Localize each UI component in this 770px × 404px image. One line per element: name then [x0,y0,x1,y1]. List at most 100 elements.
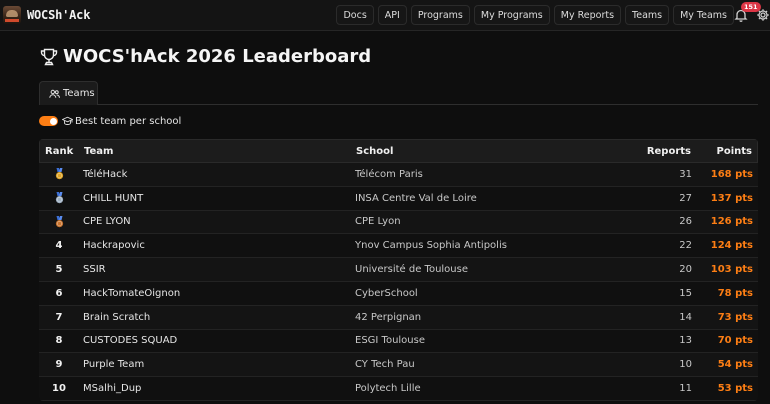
rank-value: 8 [55,335,63,347]
team-name[interactable]: TéléHack [83,163,127,186]
rank-number: 10 [45,377,73,400]
nav-my-teams-link[interactable]: My Teams [673,5,734,25]
rank-value: 7 [55,311,63,323]
school-name: Télécom Paris [355,163,423,186]
school-name: CyberSchool [355,282,418,305]
school-name-text: Polytech Lille [355,383,421,395]
rank-value: 6 [55,287,63,299]
table-row[interactable]: 6 HackTomateOignon CyberSchool 15 78 pts [39,281,758,306]
report-count-text: 15 [679,287,692,299]
tab-teams-label: Teams [63,88,95,99]
best-team-per-school-toggle[interactable] [39,116,58,126]
rank-number: 8 [45,330,73,353]
table-row[interactable]: CHILL HUNT INSA Centre Val de Loire 27 137 … [39,186,758,211]
points-value: 78 pts [718,282,753,305]
team-name-text: CUSTODES SQUAD [83,335,178,347]
school-name: ESGI Toulouse [355,330,425,353]
brand-home-link[interactable]: WOCSh'Ack [3,4,90,26]
header-team: Team [84,145,114,157]
team-name[interactable]: MSalhi_Dup [83,377,141,400]
header-reports: Reports [646,145,691,157]
points-value: 73 pts [718,306,753,329]
school-name-text: Télécom Paris [355,168,423,180]
report-count-text: 11 [679,383,692,395]
nav-teams-link[interactable]: Teams [625,5,670,25]
school-name-text: INSA Centre Val de Loire [355,192,477,204]
nav-my-reports-link[interactable]: My Reports [553,5,622,25]
points-value: 126 pts [711,211,753,234]
table-body: TéléHack Télécom Paris 31 168 pts CHILL HUNT… [39,163,758,401]
rank-number: 5 [45,258,73,281]
team-name[interactable]: CHILL HUNT [83,187,143,210]
team-name-text: TéléHack [83,168,128,180]
rank-value: 4 [55,240,63,252]
table-row[interactable]: 4 Hackrapovic Ynov Campus Sophia Antipolis… [39,234,758,259]
team-name[interactable]: Purple Team [83,353,144,376]
settings-gear-icon[interactable] [756,8,770,22]
team-name[interactable]: CUSTODES SQUAD [83,330,177,353]
team-name-text: Brain Scratch [83,311,151,323]
brand-logo-icon [3,6,21,24]
best-team-filter: Best team per school [39,115,181,127]
table-row[interactable]: 9 Purple Team CY Tech Pau 10 54 pts [39,353,758,378]
rank-number: 6 [45,282,73,305]
team-name-text: MSalhi_Dup [83,383,142,395]
report-count: 20 [679,258,692,281]
report-count: 11 [679,377,692,400]
team-name[interactable]: Hackrapovic [83,234,145,257]
team-name[interactable]: SSIR [83,258,106,281]
school-name-text: CPE Lyon [355,216,401,228]
rank-value: 10 [52,383,66,395]
nav-docs-link[interactable]: Docs [336,5,374,25]
nav-links: Docs API Programs My Programs My Reports… [336,5,734,25]
school-name-text: CyberSchool [355,287,418,299]
points-value-text: 168 pts [710,168,753,180]
team-name[interactable]: HackTomateOignon [83,282,180,305]
points-value-text: 103 pts [710,264,753,276]
school-name: Université de Toulouse [355,258,468,281]
points-value-text: 73 pts [717,311,753,323]
report-count: 31 [679,163,692,186]
school-name: 42 Perpignan [355,306,421,329]
points-value-text: 78 pts [717,287,753,299]
team-name[interactable]: Brain Scratch [83,306,150,329]
header-points: Points [716,145,752,157]
school-name: CPE Lyon [355,211,401,234]
nav-api-link[interactable]: API [377,5,407,25]
school-name: Polytech Lille [355,377,421,400]
team-name-text: Purple Team [83,359,145,371]
nav-my-programs-link[interactable]: My Programs [473,5,550,25]
report-count-text: 13 [679,335,692,347]
rank-number: 9 [45,353,73,376]
table-row[interactable]: CPE LYON CPE Lyon 26 126 pts [39,210,758,235]
school-name-text: CY Tech Pau [355,359,415,371]
leaderboard-tabs: Teams [39,81,758,105]
table-row[interactable]: 5 SSIR Université de Toulouse 20 103 pts [39,258,758,282]
points-value: 137 pts [711,187,753,210]
points-value-text: 137 pts [710,192,753,204]
trophy-icon [40,48,58,65]
tab-teams[interactable]: Teams [39,81,98,105]
rank-value: 9 [55,359,63,371]
table-row[interactable]: 10 MSalhi_Dup Polytech Lille 11 53 pts [39,377,758,401]
table-row[interactable]: TéléHack Télécom Paris 31 168 pts [39,163,758,187]
report-count-text: 10 [679,359,692,371]
school-name-text: ESGI Toulouse [355,335,426,347]
points-value: 54 pts [718,353,753,376]
points-value-text: 124 pts [710,240,753,252]
top-navbar: WOCSh'Ack Docs API Programs My Programs … [0,0,770,31]
report-count: 22 [679,234,692,257]
rank-number: 4 [45,234,73,257]
points-value-text: 53 pts [717,383,753,395]
school-name: Ynov Campus Sophia Antipolis [355,234,507,257]
points-value: 103 pts [711,258,753,281]
school-name-text: Ynov Campus Sophia Antipolis [355,240,507,252]
team-name-text: CPE LYON [83,216,131,228]
nav-programs-link[interactable]: Programs [410,5,470,25]
team-name[interactable]: CPE LYON [83,211,131,234]
report-count-text: 31 [679,168,692,180]
table-row[interactable]: 7 Brain Scratch 42 Perpignan 14 73 pts [39,305,758,330]
school-name-text: 42 Perpignan [355,311,422,323]
report-count-text: 20 [679,264,692,276]
table-row[interactable]: 8 CUSTODES SQUAD ESGI Toulouse 13 70 pts [39,329,758,354]
